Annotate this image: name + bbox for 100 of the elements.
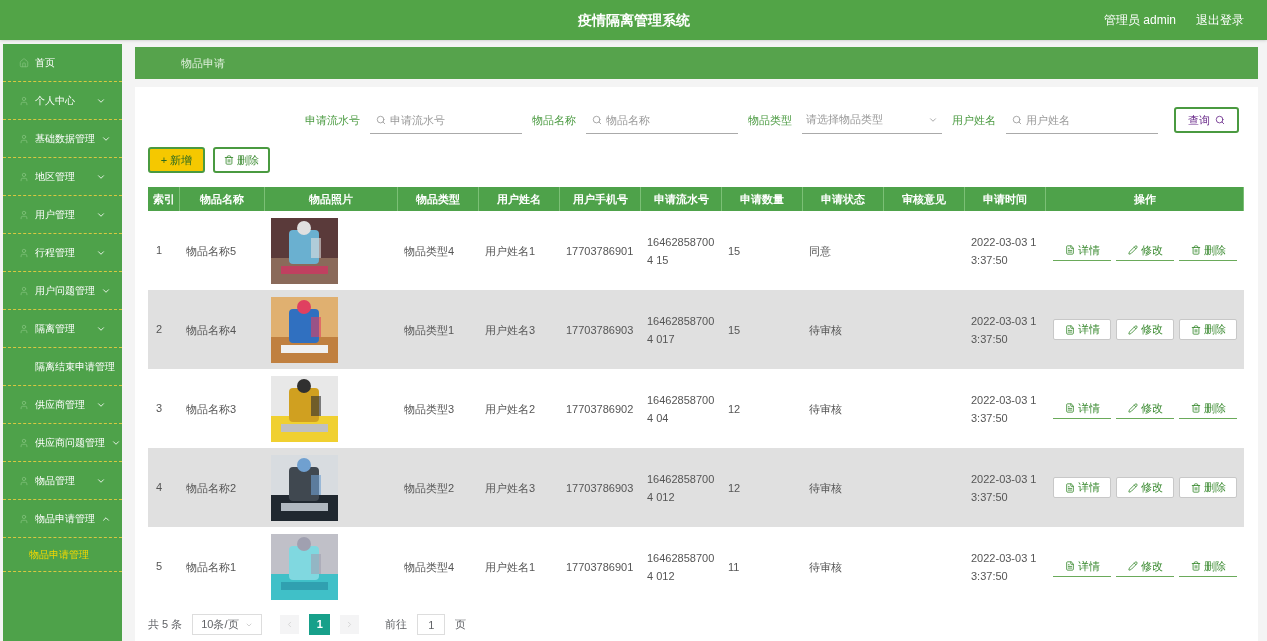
table-cell: 164628587004 017 — [647, 314, 715, 345]
table-cell: 2022-03-03 1 3:37:50 — [971, 551, 1037, 582]
row-action-button[interactable]: 删除 — [1179, 398, 1237, 419]
row-action-button[interactable]: 详情 — [1053, 398, 1111, 419]
table-cell: 用户姓名3 — [485, 323, 536, 336]
table-cell: 2022-03-03 1 3:37:50 — [971, 314, 1037, 345]
menu-icon — [19, 95, 29, 106]
menu-icon — [19, 133, 29, 144]
sidebar-item[interactable]: 用户问题管理 — [3, 272, 122, 310]
table-cell: 17703786903 — [566, 481, 634, 494]
row-action-button[interactable]: 详情 — [1053, 319, 1111, 340]
menu-icon — [19, 171, 29, 182]
table-cell: 待审核 — [809, 323, 842, 336]
action-icon — [1127, 561, 1138, 571]
table-cell: 3 — [156, 402, 163, 415]
table-cell: 164628587004 04 — [647, 393, 715, 424]
table-cell: 11 — [728, 560, 740, 573]
search-icon — [1215, 115, 1225, 125]
sidebar-item[interactable]: 基础数据管理 — [3, 120, 122, 158]
table-cell: 用户姓名1 — [485, 560, 536, 573]
table-cell: 164628587004 012 — [647, 472, 715, 503]
action-icon — [1190, 245, 1201, 255]
table-cell: 同意 — [809, 244, 831, 257]
search-label: 用户姓名 — [952, 112, 996, 128]
table-cell: 1 — [156, 244, 163, 257]
table-cell: 物品名称4 — [186, 323, 237, 336]
next-page-button[interactable] — [340, 615, 360, 634]
logout-link[interactable]: 退出登录 — [1196, 11, 1244, 29]
table-cell: 17703786901 — [566, 560, 634, 573]
table-cell: 4 — [156, 481, 163, 494]
row-action-button[interactable]: 修改 — [1116, 477, 1174, 498]
row-action-button[interactable]: 详情 — [1053, 240, 1111, 261]
row-action-button[interactable]: 删除 — [1179, 477, 1237, 498]
sidebar-item[interactable]: 行程管理 — [3, 234, 122, 272]
table-cell: 物品名称5 — [186, 244, 237, 257]
table-cell: 物品类型1 — [404, 323, 455, 336]
sidebar-item[interactable]: 供应商问题管理 — [3, 424, 122, 462]
search-field[interactable]: 用户姓名 — [1026, 107, 1152, 132]
table-cell: 12 — [728, 481, 741, 494]
sidebar-item[interactable]: 物品申请管理 — [3, 500, 122, 538]
menu-icon — [19, 247, 29, 258]
row-action-button[interactable]: 修改 — [1116, 556, 1174, 577]
table-cell: 2022-03-03 1 3:37:50 — [971, 472, 1037, 503]
table-cell: 17703786903 — [566, 323, 634, 336]
query-button[interactable]: 查询 — [1174, 107, 1239, 133]
action-icon — [1127, 403, 1138, 413]
type-select[interactable]: 请选择物品类型 — [802, 106, 942, 134]
action-icon — [1127, 324, 1138, 335]
sidebar-item[interactable]: 个人中心 — [3, 82, 122, 120]
search-icon — [1012, 114, 1022, 125]
sidebar-item[interactable]: 首页 — [3, 44, 122, 82]
sidebar-item[interactable]: 隔离管理 — [3, 310, 122, 348]
sidebar-item[interactable]: 地区管理 — [3, 158, 122, 196]
row-action-button[interactable]: 删除 — [1179, 319, 1237, 340]
row-action-button[interactable]: 修改 — [1116, 240, 1174, 261]
table-cell: 164628587004 15 — [647, 235, 715, 266]
table-cell: 物品名称2 — [186, 481, 237, 494]
row-action-button[interactable]: 详情 — [1053, 556, 1111, 577]
sidebar-item[interactable]: 用户管理 — [3, 196, 122, 234]
row-action-button[interactable]: 删除 — [1179, 240, 1237, 261]
row-action-button[interactable]: 详情 — [1053, 477, 1111, 498]
menu-icon — [19, 209, 29, 220]
menu-icon — [19, 437, 29, 448]
search-field[interactable]: 申请流水号 — [390, 107, 516, 132]
table-cell: 5 — [156, 560, 163, 573]
menu-icon — [19, 285, 29, 296]
sidebar-item[interactable]: 供应商管理 — [3, 386, 122, 424]
row-action-button[interactable]: 修改 — [1116, 398, 1174, 419]
table-cell: 物品名称3 — [186, 402, 237, 415]
home-icon — [19, 57, 29, 68]
table-cell: 用户姓名2 — [485, 402, 536, 415]
action-icon — [1190, 561, 1201, 571]
table-cell: 物品类型4 — [404, 560, 455, 573]
action-icon — [1127, 245, 1138, 255]
table-cell: 待审核 — [809, 560, 842, 573]
sidebar-item[interactable]: 隔离结束申请管理 — [3, 348, 122, 386]
action-icon — [1064, 482, 1075, 493]
page-button[interactable]: 1 — [309, 614, 331, 635]
menu-icon — [19, 399, 29, 410]
search-icon — [376, 114, 386, 125]
row-action-button[interactable]: 修改 — [1116, 319, 1174, 340]
menu-icon — [19, 513, 29, 524]
sidebar-item[interactable]: 物品管理 — [3, 462, 122, 500]
action-icon — [1064, 324, 1075, 335]
action-icon — [1190, 324, 1201, 335]
add-button[interactable]: + 新增 — [148, 147, 205, 173]
table-cell: 用户姓名1 — [485, 244, 536, 257]
goto-field[interactable]: 1 — [417, 614, 446, 635]
table-cell: 物品类型4 — [404, 244, 455, 257]
admin-label: 管理员 admin — [1103, 12, 1176, 29]
action-icon — [1064, 561, 1075, 571]
table-cell: 17703786901 — [566, 244, 634, 257]
row-action-button[interactable]: 删除 — [1179, 556, 1237, 577]
search-field[interactable]: 物品名称 — [606, 107, 732, 132]
prev-page-button[interactable] — [280, 615, 300, 634]
search-label: 物品类型 — [748, 112, 792, 128]
page-size-select[interactable]: 10条/页 — [192, 614, 263, 635]
page-unit-label: 页 — [455, 617, 467, 633]
delete-button[interactable]: 删除 — [213, 147, 270, 173]
breadcrumb[interactable]: 物品申请 — [181, 54, 225, 72]
